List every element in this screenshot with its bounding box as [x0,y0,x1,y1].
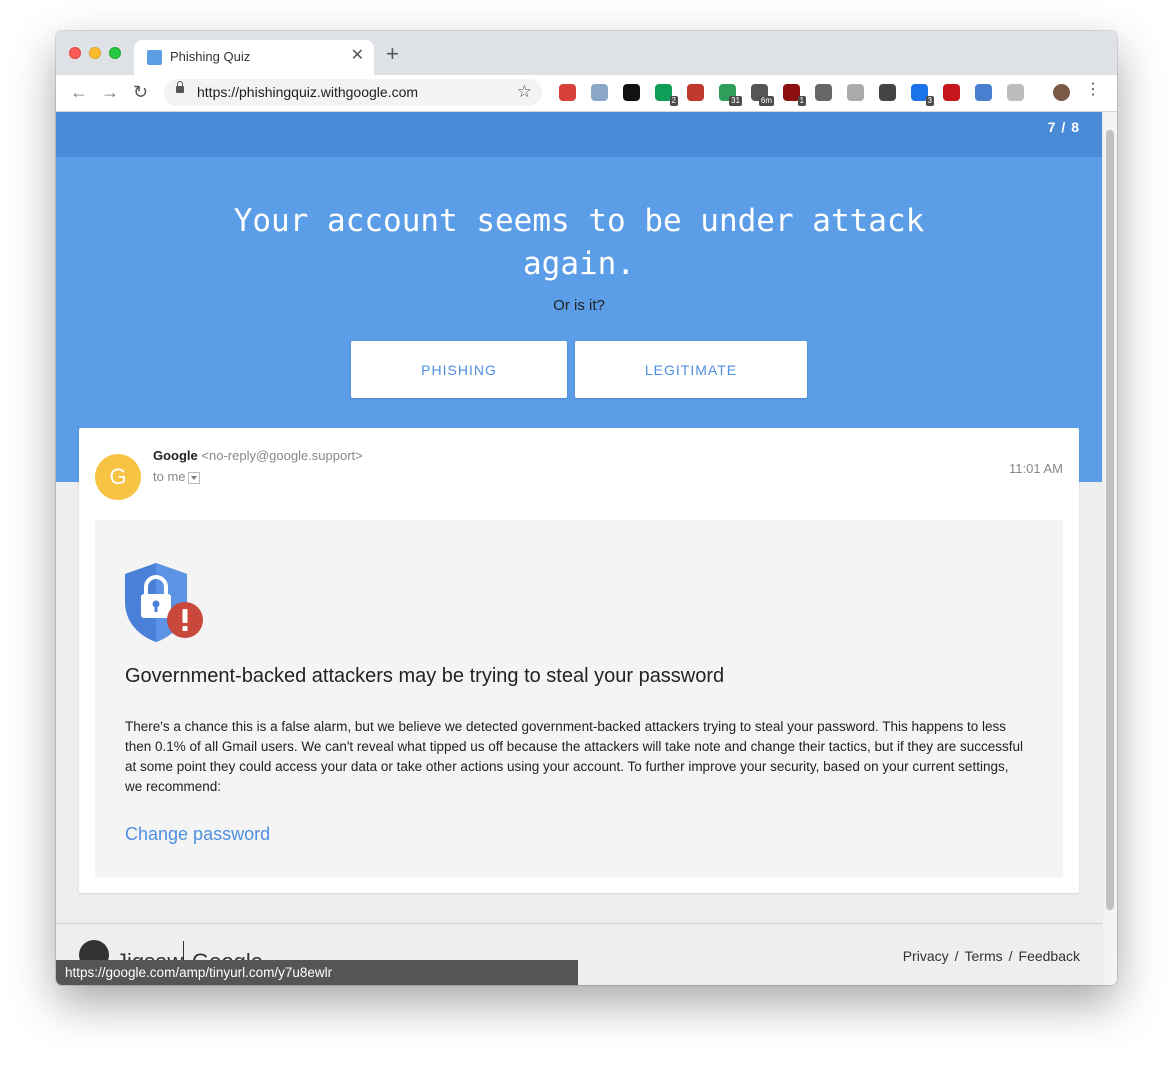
email-paragraph: There's a chance this is a false alarm, … [125,719,1024,794]
heart-icon[interactable] [687,84,704,101]
new-tab-button[interactable]: + [386,43,399,65]
search-lens-icon[interactable] [591,84,608,101]
s-app-icon[interactable]: 3 [911,84,934,106]
tab-phishing-quiz[interactable]: Phishing Quiz ✕ [134,40,374,76]
tab-bar: Phishing Quiz ✕ + [56,31,1117,76]
email-body: Government-backed attackers may be tryin… [95,520,1063,877]
close-tab-icon[interactable]: ✕ [351,47,364,65]
back-arrow-icon[interactable]: ← [70,82,88,102]
gmail-icon[interactable] [559,84,576,101]
terms-link[interactable]: Terms [965,948,1003,964]
details-dropdown-icon[interactable] [187,471,200,484]
security-shield-icon [125,563,203,642]
reload-icon[interactable]: ↻ [133,82,148,102]
extension-badge: 31 [729,96,742,106]
page-viewport: 7 / 8 Your account seems to be under att… [56,112,1102,985]
ublock-icon[interactable]: 1 [783,84,806,106]
maximize-window-button[interactable] [109,47,121,59]
timer-icon[interactable]: 6m [751,84,774,106]
email-card: G Google <no-reply@google.support> to me… [79,428,1079,893]
recipient-line: to me [153,469,200,484]
footer-links: Privacy / Terms / Feedback [903,948,1080,964]
settings-gear-icon[interactable] [1007,84,1024,101]
lock-icon [176,81,184,93]
browser-toolbar: ← → ↻ https://phishingquiz.withgoogle.co… [56,75,1117,112]
menu-kebab-icon[interactable]: ⋮ [1085,80,1101,100]
play-icon[interactable] [943,84,960,101]
link-separator: / [954,948,959,964]
page-icon[interactable] [847,84,864,101]
sender-email: <no-reply@google.support> [201,448,363,463]
hangouts-icon[interactable]: 2 [655,84,678,106]
phishing-button[interactable]: PHISHING [351,341,567,398]
favicon-icon [147,50,162,65]
extension-badge: 6m [758,96,774,106]
link-separator: / [1008,948,1013,964]
sender-avatar: G [95,454,141,500]
progress-strip: 7 / 8 [56,112,1102,157]
close-window-button[interactable] [69,47,81,59]
camera-icon[interactable] [975,84,992,101]
sender-line: Google <no-reply@google.support> [153,448,363,463]
forward-arrow-icon[interactable]: → [101,82,119,102]
zoom-icon[interactable] [623,84,640,101]
feedback-link[interactable]: Feedback [1019,948,1080,964]
cast-icon[interactable] [879,84,896,101]
question-counter: 7 / 8 [1047,119,1080,135]
scrollbar-thumb[interactable] [1106,130,1114,910]
plug-icon[interactable] [815,84,832,101]
calendar-icon[interactable]: 31 [719,84,742,106]
legitimate-button[interactable]: LEGITIMATE [575,341,807,398]
privacy-link[interactable]: Privacy [903,948,949,964]
url-text[interactable]: https://phishingquiz.withgoogle.com [197,84,418,100]
extensions-row: 2 31 6m 1 3 [559,82,1104,106]
minimize-window-button[interactable] [89,47,101,59]
recipient-text: to me [153,469,186,484]
extension-badge: 1 [797,96,806,106]
email-title: Government-backed attackers may be tryin… [125,665,725,687]
status-bar-url: https://google.com/amp/tinyurl.com/y7u8e… [56,960,578,985]
vertical-scrollbar[interactable] [1102,112,1117,985]
email-time: 11:01 AM [1009,461,1063,476]
browser-window: Phishing Quiz ✕ + ← → ↻ https://phishing… [56,31,1117,985]
question-subtitle: Or is it? [553,297,605,314]
extension-badge: 2 [669,96,678,106]
change-password-link[interactable]: Change password [125,824,270,845]
address-bar[interactable]: https://phishingquiz.withgoogle.com ☆ [164,79,542,106]
tab-title: Phishing Quiz [170,49,251,64]
sender-name: Google [153,448,198,463]
question-headline: Your account seems to be under attack ag… [233,203,925,282]
profile-avatar-icon[interactable] [1053,84,1070,101]
bookmark-star-icon[interactable]: ☆ [517,82,532,102]
extension-badge: 3 [925,96,934,106]
